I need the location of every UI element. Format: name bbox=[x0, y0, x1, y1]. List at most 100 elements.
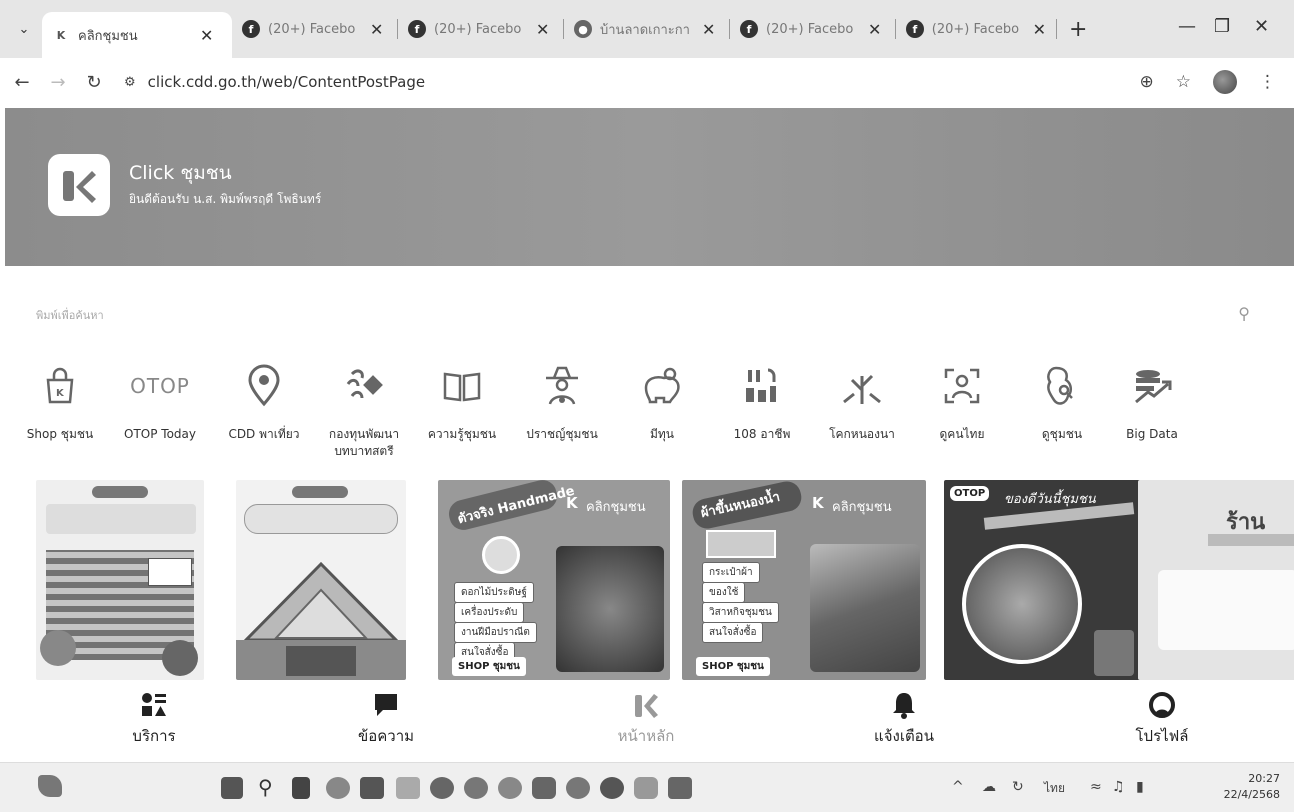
browser-tab-facebook-4[interactable]: f (20+) Facebo ✕ bbox=[896, 9, 1056, 49]
restore-icon[interactable]: ❐ bbox=[1214, 16, 1230, 37]
nav-messages[interactable]: ข้อความ bbox=[316, 690, 456, 748]
search-icon[interactable]: ⚲ bbox=[1238, 304, 1250, 323]
browser-profile-avatar[interactable] bbox=[1213, 70, 1237, 94]
service-mee-tun[interactable]: มีทุน bbox=[612, 358, 712, 443]
file-explorer-icon[interactable] bbox=[396, 777, 420, 799]
service-community-sage[interactable]: ปราชญ์ชุมชน bbox=[512, 358, 612, 443]
chrome-icon[interactable] bbox=[498, 777, 522, 799]
org-logos bbox=[92, 486, 148, 498]
chrome-active-icon[interactable] bbox=[600, 777, 624, 799]
post-card-shop[interactable]: ร้าน bbox=[1138, 480, 1294, 680]
product-photo bbox=[1158, 570, 1294, 650]
browser-tab-facebook-1[interactable]: f (20+) Facebo ✕ bbox=[232, 9, 397, 49]
volume-icon[interactable]: ♫ bbox=[1112, 779, 1125, 795]
post-card-fabric[interactable] bbox=[36, 480, 204, 680]
word-icon[interactable] bbox=[668, 777, 692, 799]
minimize-icon[interactable]: — bbox=[1178, 16, 1196, 37]
app-header-banner: Click ชุมชน ยินดีต้อนรับ น.ส. พิมพ์พรฤดี… bbox=[5, 108, 1294, 266]
facebook-icon: f bbox=[740, 20, 758, 38]
service-label: ดูชุมชน bbox=[1041, 427, 1083, 441]
click-app-favicon: K bbox=[56, 28, 66, 42]
app-icon[interactable] bbox=[464, 777, 488, 799]
service-otop-today[interactable]: OTOP OTOP Today bbox=[110, 358, 210, 443]
service-108-careers[interactable]: 108 อาชีพ bbox=[712, 358, 812, 443]
nav-notifications[interactable]: แจ้งเตือน bbox=[834, 690, 974, 748]
tray-sync-icon[interactable]: ↻ bbox=[1012, 779, 1024, 795]
service-view-thai-people[interactable]: ดูคนไทย bbox=[912, 358, 1012, 443]
service-big-data[interactable]: Big Data bbox=[1102, 358, 1202, 443]
browser-tab-click-chumchon[interactable]: K คลิกชุมชน ✕ bbox=[42, 12, 232, 58]
tab-close-icon[interactable]: ✕ bbox=[1033, 20, 1046, 39]
service-label: CDD พาเที่ยว bbox=[228, 427, 300, 441]
address-bar[interactable]: ⚙ click.cdd.go.th/web/ContentPostPage bbox=[124, 73, 425, 91]
app-icon[interactable] bbox=[532, 777, 556, 799]
map-search-icon bbox=[1012, 358, 1112, 414]
service-women-fund[interactable]: กองทุนพัฒนาบทบาทสตรี bbox=[314, 358, 414, 460]
reload-icon[interactable]: ↻ bbox=[80, 72, 108, 93]
edge-icon[interactable] bbox=[430, 777, 454, 799]
service-cdd-travel[interactable]: CDD พาเที่ยว bbox=[214, 358, 314, 443]
new-tab-plus-icon[interactable]: + bbox=[1069, 17, 1087, 42]
poster-item: ของใช้ bbox=[702, 582, 746, 603]
poster-heading-strip bbox=[46, 504, 196, 534]
service-label: ความรู้ชุมชน bbox=[427, 427, 497, 441]
browser-tab-globe[interactable]: ● บ้านลาดเกาะกา ✕ bbox=[564, 9, 729, 49]
post-card-otop[interactable]: OTOP ของดีวันนี้ชุมชน bbox=[944, 480, 1144, 680]
site-settings-icon[interactable]: ⚙ bbox=[124, 75, 136, 90]
forward-arrow-icon[interactable]: → bbox=[44, 72, 72, 93]
browser-tab-facebook-2[interactable]: f (20+) Facebo ✕ bbox=[398, 9, 563, 49]
tray-app-icon[interactable]: ☁ bbox=[982, 779, 996, 795]
search-bar[interactable]: พิมพ์เพื่อค้นหา ⚲ bbox=[36, 300, 1256, 330]
service-label: OTOP Today bbox=[124, 427, 196, 441]
welcome-text: ยินดีต้อนรับ น.ส. พิมพ์พรฤดี โพธินทร์ bbox=[129, 192, 322, 206]
zoom-icon[interactable]: ⊕ bbox=[1140, 72, 1154, 92]
store-icon[interactable] bbox=[360, 777, 384, 799]
task-view-icon[interactable] bbox=[292, 777, 310, 799]
temple-illustration bbox=[236, 561, 406, 680]
poster-item: ดอกไม้ประดิษฐ์ bbox=[454, 582, 534, 603]
tab-close-icon[interactable]: ✕ bbox=[868, 20, 881, 39]
tray-overflow-chevron-icon[interactable]: ^ bbox=[952, 779, 964, 795]
battery-icon[interactable]: ▮ bbox=[1136, 779, 1144, 795]
post-card-bags[interactable]: ผ้าขึ้นหนองน้ำ K คลิกชุมชน กระเป๋าผ้า ขอ… bbox=[682, 480, 926, 680]
widgets-icon[interactable] bbox=[38, 775, 62, 797]
system-clock[interactable]: 20:27 22/4/2568 bbox=[1224, 771, 1280, 803]
tab-close-icon[interactable]: ✕ bbox=[370, 20, 383, 39]
post-card-temple[interactable] bbox=[236, 480, 406, 680]
back-arrow-icon[interactable]: ← bbox=[8, 72, 36, 93]
wifi-icon[interactable]: ≈ bbox=[1090, 779, 1102, 795]
tab-title: คลิกชุมชน bbox=[78, 28, 138, 44]
nav-profile[interactable]: โปรไฟล์ bbox=[1092, 690, 1232, 748]
click-k-logo-icon bbox=[63, 171, 96, 203]
service-community-knowledge[interactable]: ความรู้ชุมชน bbox=[412, 358, 512, 443]
copilot-icon[interactable] bbox=[326, 777, 350, 799]
org-logos bbox=[292, 486, 348, 498]
nav-services[interactable]: บริการ bbox=[84, 690, 224, 748]
sprout-icon bbox=[812, 358, 912, 414]
poster-brand: คลิกชุมชน bbox=[832, 500, 892, 515]
nav-label: บริการ bbox=[132, 727, 176, 745]
tab-title: (20+) Facebo bbox=[268, 21, 356, 37]
service-shop-chumchon[interactable]: K Shop ชุมชน bbox=[10, 358, 110, 443]
tab-close-icon[interactable]: ✕ bbox=[536, 20, 549, 39]
tab-close-icon[interactable]: ✕ bbox=[702, 20, 715, 39]
service-khok-nong-na[interactable]: โคกหนองนา bbox=[812, 358, 912, 443]
avatar bbox=[482, 536, 520, 574]
browser-tab-facebook-3[interactable]: f (20+) Facebo ✕ bbox=[730, 9, 895, 49]
post-card-handmade[interactable]: ตัวจริง Handmade K คลิกชุมชน ดอกไม้ประดิ… bbox=[438, 480, 670, 680]
line-app-icon[interactable] bbox=[634, 777, 658, 799]
search-input[interactable]: พิมพ์เพื่อค้นหา bbox=[36, 306, 104, 324]
start-windows-icon[interactable] bbox=[221, 777, 243, 799]
window-close-icon[interactable]: ✕ bbox=[1254, 16, 1269, 37]
bookmark-star-icon[interactable]: ☆ bbox=[1176, 72, 1191, 92]
nav-home[interactable]: หน้าหลัก bbox=[576, 690, 716, 748]
nav-label: แจ้งเตือน bbox=[874, 727, 934, 745]
taskbar-search-icon[interactable]: ⚲ bbox=[258, 775, 273, 799]
app-icon[interactable] bbox=[566, 777, 590, 799]
language-indicator[interactable]: ไทย bbox=[1044, 779, 1065, 798]
tab-search-chevron-icon[interactable]: ⌄ bbox=[6, 11, 42, 47]
kebab-menu-icon[interactable]: ⋮ bbox=[1259, 72, 1276, 92]
tab-close-icon[interactable]: ✕ bbox=[200, 26, 213, 45]
service-view-community[interactable]: ดูชุมชน bbox=[1012, 358, 1112, 443]
url-text[interactable]: click.cdd.go.th/web/ContentPostPage bbox=[148, 73, 425, 91]
